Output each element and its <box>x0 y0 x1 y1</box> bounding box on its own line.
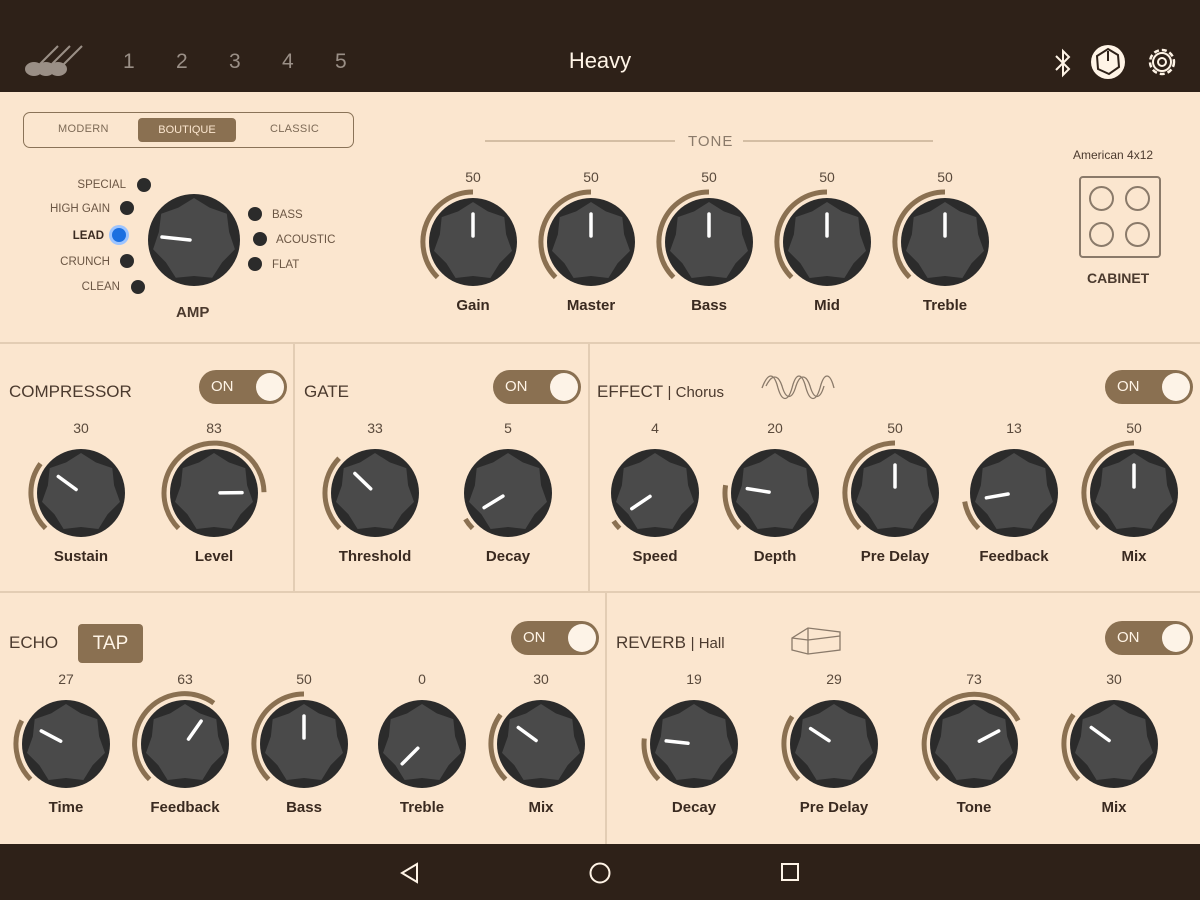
echo-title: ECHO <box>9 633 59 652</box>
tab-classic[interactable]: CLASSIC <box>270 123 319 135</box>
compressor-toggle[interactable]: ON <box>199 370 287 404</box>
back-icon[interactable] <box>398 861 422 885</box>
amp-mode-acoustic[interactable]: ACOUSTIC <box>276 234 335 246</box>
amp-mode-clean[interactable]: CLEAN <box>82 281 120 293</box>
cabinet-model[interactable]: American 4x12 <box>1073 148 1153 162</box>
amp-mode-high-gain[interactable]: HIGH GAIN <box>50 203 110 215</box>
amp-mode-indicator-selected[interactable] <box>112 228 126 242</box>
amp-type-selector: MODERN BOUTIQUE CLASSIC <box>23 112 354 148</box>
amp-mode-indicator[interactable] <box>253 232 267 246</box>
tab-modern[interactable]: MODERN <box>58 123 109 135</box>
effect-title-text: EFFECT <box>597 382 663 401</box>
tone-title: TONE <box>688 133 734 150</box>
reverb-type: | Hall <box>690 635 725 652</box>
home-icon[interactable] <box>588 861 612 885</box>
divider <box>0 591 1200 593</box>
cabinet-label: CABINET <box>1087 270 1150 286</box>
reverb-title[interactable]: REVERB | Hall <box>616 633 725 653</box>
gate-title: GATE <box>304 382 350 401</box>
tone-rule-left <box>485 140 675 142</box>
top-bar: 1 2 3 4 5 Heavy <box>0 0 1200 92</box>
effect-title[interactable]: EFFECT | Chorus <box>597 382 724 402</box>
amp-mode-lead[interactable]: LEAD <box>73 230 104 242</box>
amp-power-icon[interactable] <box>1089 43 1127 81</box>
amp-mode-indicator[interactable] <box>131 280 145 294</box>
compressor-title: COMPRESSOR <box>9 382 132 401</box>
recents-icon[interactable] <box>779 861 801 883</box>
amp-mode-flat[interactable]: FLAT <box>272 259 299 271</box>
toggle-label: ON <box>1117 629 1140 646</box>
reverb-title-text: REVERB <box>616 633 686 652</box>
divider <box>293 344 295 591</box>
amp-mode-indicator[interactable] <box>137 178 151 192</box>
bluetooth-icon[interactable] <box>1052 47 1074 79</box>
gear-icon[interactable] <box>1144 44 1180 80</box>
toggle-label: ON <box>1117 378 1140 395</box>
system-nav-bar <box>0 844 1200 900</box>
amp-mode-indicator[interactable] <box>120 201 134 215</box>
divider <box>0 342 1200 344</box>
preset-title[interactable]: Heavy <box>0 48 1200 74</box>
toggle-label: ON <box>211 378 234 395</box>
amp-label: AMP <box>176 304 210 321</box>
echo-toggle[interactable]: ON <box>511 621 599 655</box>
effect-type: | Chorus <box>667 384 724 401</box>
hall-icon[interactable] <box>790 624 842 656</box>
divider <box>605 593 607 844</box>
cabinet-icon[interactable] <box>1079 176 1161 258</box>
tab-boutique[interactable]: BOUTIQUE <box>138 118 236 142</box>
amp-mode-indicator[interactable] <box>120 254 134 268</box>
amp-mode-special[interactable]: SPECIAL <box>77 179 126 191</box>
amp-mode-crunch[interactable]: CRUNCH <box>60 256 110 268</box>
toggle-label: ON <box>505 378 528 395</box>
amp-mode-indicator[interactable] <box>248 207 262 221</box>
effect-toggle[interactable]: ON <box>1105 370 1193 404</box>
tap-tempo-button[interactable]: TAP <box>78 624 143 663</box>
gate-toggle[interactable]: ON <box>493 370 581 404</box>
main-panel <box>0 92 1200 844</box>
divider <box>588 344 590 591</box>
reverb-toggle[interactable]: ON <box>1105 621 1193 655</box>
toggle-label: ON <box>523 629 546 646</box>
amp-mode-indicator[interactable] <box>248 257 262 271</box>
chorus-wave-icon[interactable] <box>758 370 838 404</box>
amp-mode-bass[interactable]: BASS <box>272 209 303 221</box>
tone-rule-right <box>743 140 933 142</box>
